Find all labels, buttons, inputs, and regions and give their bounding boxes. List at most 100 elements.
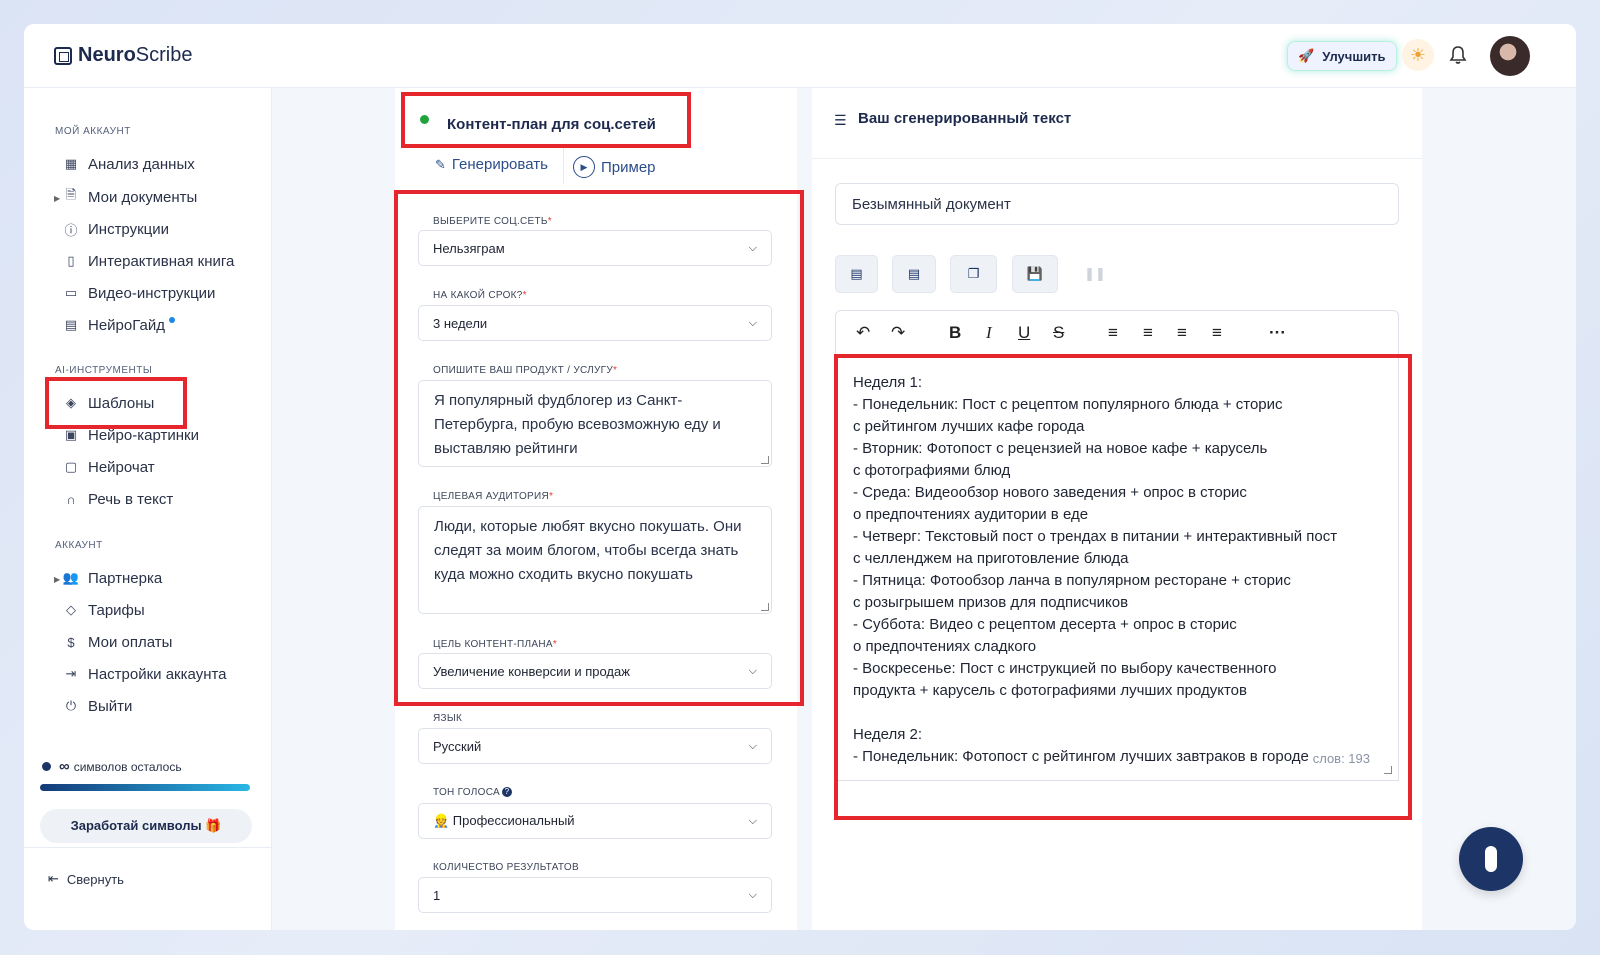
sun-icon: ☀ — [1409, 44, 1427, 65]
sidebar-item-label: Речь в текст — [88, 490, 174, 508]
file-icon: ▤ — [907, 266, 921, 281]
sidebar-item-neuro-images[interactable]: ▣ Нейро-картинки — [64, 423, 199, 447]
power-icon: ⏻ — [65, 698, 77, 713]
sidebar-item-interactive-book[interactable]: ▯ Интерактивная книга — [64, 249, 234, 273]
sidebar-item-data-analysis[interactable]: ▦ Анализ данных — [64, 152, 195, 176]
pause-button[interactable]: ❚❚ — [1073, 255, 1117, 293]
goal-select[interactable]: Увеличение конверсии и продаж ⌵ — [418, 653, 772, 689]
pause-icon: ❚❚ — [1084, 266, 1106, 281]
sidebar-item-my-documents[interactable]: 🗎 Мои документы — [64, 185, 198, 209]
quota-progress-bar — [40, 784, 250, 791]
question-circle-icon: ⓘ — [64, 222, 78, 238]
file-word-icon: ▤ — [850, 266, 863, 281]
network-select[interactable]: Нельзяграм ⌵ — [418, 230, 772, 266]
sidebar-item-label: Инструкции — [88, 220, 170, 238]
logo-icon — [54, 46, 72, 65]
export-pdf-button[interactable]: ▤ — [892, 255, 936, 293]
language-select[interactable]: Русский ⌵ — [418, 728, 772, 764]
select-value: 3 недели — [433, 315, 488, 331]
product-label: ОПИШИТЕ ВАШ ПРОДУКТ / УСЛУГУ* — [433, 365, 618, 376]
logo[interactable]: Neuro Scribe — [54, 44, 193, 67]
tab-label: Пример — [601, 158, 656, 176]
notifications-button[interactable] — [1446, 42, 1470, 68]
sidebar-item-label: Мои оплаты — [88, 633, 173, 651]
sidebar-item-partners[interactable]: 👥 Партнерка — [62, 566, 162, 590]
results-count-label: КОЛИЧЕСТВО РЕЗУЛЬТАТОВ — [433, 862, 579, 873]
earn-symbols-button[interactable]: Заработай символы 🎁 — [40, 809, 252, 843]
copy-button[interactable]: ❐ — [950, 255, 997, 293]
undo-icon[interactable]: ↶ — [856, 323, 870, 343]
output-panel: ☰ Ваш сгенерированный текст Безымянный д… — [812, 88, 1422, 930]
divider — [812, 158, 1422, 159]
sidebar-item-video-instructions[interactable]: ▭ Видео-инструкции — [64, 281, 216, 305]
term-select[interactable]: 3 недели ⌵ — [418, 305, 772, 341]
chevron-down-icon: ⌵ — [748, 664, 757, 677]
tone-select[interactable]: 👷 Профессиональный ⌵ — [418, 803, 772, 839]
network-label: ВЫБЕРИТЕ СОЦ.СЕТЬ* — [433, 216, 552, 227]
sidebar-item-neuroguide[interactable]: ▤ НейроГайд — [64, 313, 175, 337]
upgrade-button[interactable]: 🚀 Улучшить — [1287, 41, 1397, 71]
export-word-button[interactable]: ▤ — [835, 255, 878, 293]
resize-handle[interactable] — [761, 456, 769, 464]
select-value: Нельзяграм — [433, 240, 505, 256]
sidebar-item-label: Мои документы — [88, 188, 198, 206]
users-icon: 👥 — [62, 570, 80, 585]
output-title: Ваш сгенерированный текст — [858, 110, 1072, 127]
sidebar-item-tariffs[interactable]: ◇ Тарифы — [64, 598, 145, 622]
collapse-button[interactable]: ⇤ Свернуть — [48, 871, 124, 887]
strikethrough-icon[interactable]: S — [1053, 323, 1064, 343]
sidebar-item-account-settings[interactable]: ⇥ Настройки аккаунта — [64, 662, 227, 686]
align-right-icon[interactable]: ≡ — [1177, 323, 1187, 343]
tab-example[interactable]: ▶ Пример — [573, 156, 656, 178]
theme-toggle-button[interactable]: ☀ — [1402, 39, 1434, 71]
audience-textarea[interactable]: Люди, которые любят вкусно покушать. Они… — [418, 506, 772, 614]
dollar-icon: $ — [67, 634, 75, 650]
redo-icon[interactable]: ↷ — [891, 323, 905, 343]
tab-label: Генерировать — [451, 156, 548, 173]
sidebar-item-speech-to-text[interactable]: ∩ Речь в текст — [64, 487, 173, 511]
align-center-icon[interactable]: ≡ — [1143, 323, 1153, 343]
tab-generate[interactable]: ✎ Генерировать — [435, 156, 548, 173]
caret-right-icon[interactable]: ▶ — [54, 575, 60, 584]
sidebar-item-instructions[interactable]: ⓘ Инструкции — [64, 217, 169, 241]
sidebar-item-label: Нейро-картинки — [88, 426, 199, 444]
sidebar-item-templates[interactable]: ◈ Шаблоны — [64, 391, 154, 415]
sidebar-item-logout[interactable]: ⏻ Выйти — [64, 694, 133, 718]
select-value: 👷 Профессиональный — [433, 813, 575, 828]
align-left-icon[interactable]: ≡ — [1108, 323, 1118, 343]
sidebar-item-label: Тарифы — [88, 601, 145, 619]
logo-text-bold: Neuro — [78, 44, 136, 66]
chat-support-button[interactable] — [1459, 827, 1523, 891]
product-textarea[interactable]: Я популярный фудблогер из Санкт-Петербур… — [418, 380, 772, 467]
align-justify-icon[interactable]: ≡ — [1212, 323, 1222, 343]
help-icon[interactable]: ? — [501, 787, 512, 798]
bold-icon[interactable]: B — [949, 323, 961, 343]
tag-icon: ◇ — [66, 602, 76, 617]
sidebar-item-payments[interactable]: $ Мои оплаты — [64, 630, 172, 654]
sidebar-item-neurochat[interactable]: ▢ Нейрочат — [64, 455, 155, 479]
italic-icon[interactable]: I — [986, 323, 992, 343]
chevron-down-icon: ⌵ — [748, 888, 757, 901]
bell-icon — [1449, 46, 1467, 64]
audience-label: ЦЕЛЕВАЯ АУДИТОРИЯ* — [433, 491, 554, 502]
chevron-down-icon: ⌵ — [748, 739, 757, 752]
avatar[interactable] — [1490, 36, 1530, 76]
chat-bubble-icon: ▢ — [64, 459, 78, 474]
sidebar-section-title: AI-ИНСТРУМЕНТЫ — [55, 365, 153, 376]
quota-text: символов осталось — [73, 759, 182, 774]
save-button[interactable]: 💾 — [1012, 255, 1058, 293]
template-form-panel: Контент-план для соц.сетей ✎ Генерироват… — [394, 88, 804, 930]
document-name-input[interactable]: Безымянный документ — [835, 183, 1399, 225]
underline-icon[interactable]: U — [1018, 323, 1030, 343]
caret-right-icon[interactable]: ▶ — [54, 194, 60, 203]
results-count-select[interactable]: 1 ⌵ — [418, 877, 772, 913]
textarea-value: Люди, которые любят вкусно покушать. Они… — [434, 518, 742, 583]
app-window: Neuro Scribe 🚀 Улучшить ☀ МОЙ АККАУНТ ▦ А… — [24, 24, 1576, 930]
more-icon[interactable]: ··· — [1269, 323, 1286, 343]
select-value: Увеличение конверсии и продаж — [433, 663, 630, 679]
chevron-down-icon: ⌵ — [748, 241, 757, 254]
save-icon: 💾 — [1026, 266, 1044, 281]
headphones-icon: ∩ — [66, 491, 76, 507]
language-label: ЯЗЫК — [433, 713, 463, 724]
resize-handle[interactable] — [761, 603, 769, 611]
